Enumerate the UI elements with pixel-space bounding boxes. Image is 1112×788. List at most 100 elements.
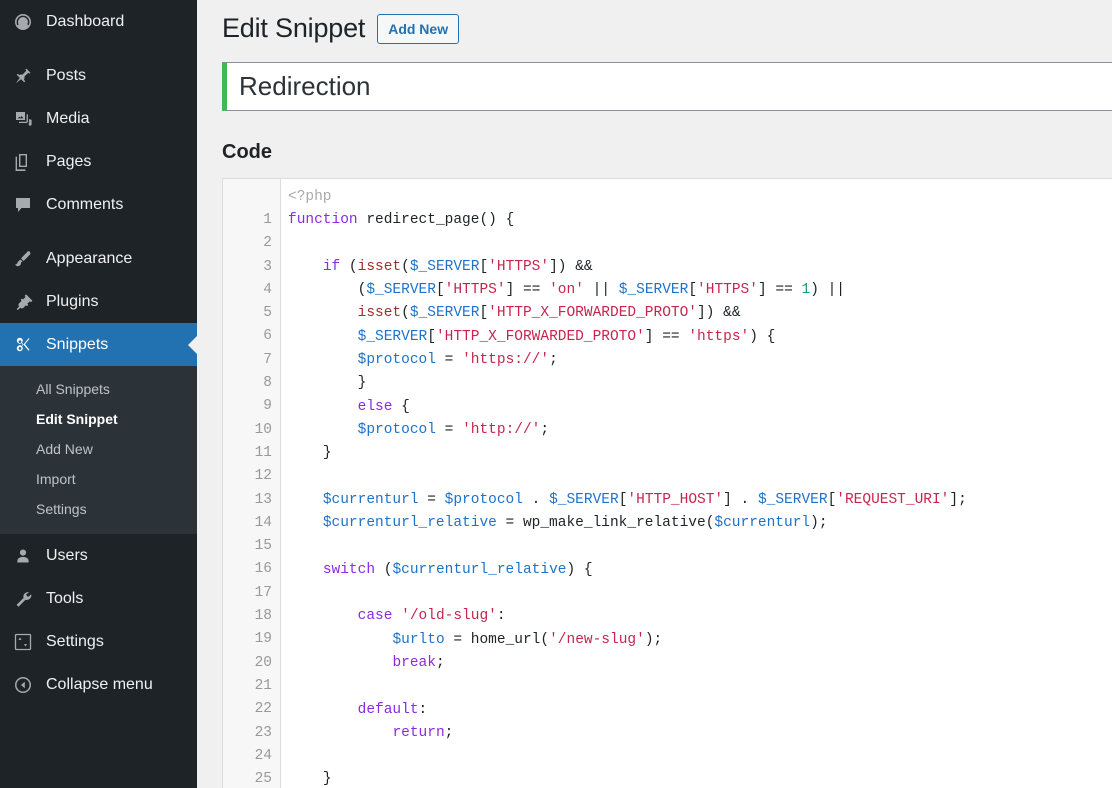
code-editor[interactable]: 1 2 3 4 5 6 7 8 9 10 11 12 13 14 15 16 17 18 19 20 21 22 23 24 2… bbox=[222, 178, 1112, 788]
sidebar-item-label: Tools bbox=[46, 589, 84, 607]
snippets-submenu: All Snippets Edit Snippet Add New Import… bbox=[0, 366, 197, 534]
page-header: Edit Snippet Add New bbox=[222, 0, 1112, 52]
line-number: 2 bbox=[263, 235, 272, 252]
sidebar-item-users[interactable]: Users bbox=[0, 534, 197, 577]
sidebar-item-snippets[interactable]: Snippets bbox=[0, 323, 197, 366]
line-number: 14 bbox=[254, 514, 272, 531]
submenu-item-settings[interactable]: Settings bbox=[0, 494, 197, 524]
sliders-icon bbox=[8, 632, 38, 652]
code-line: $currenturl_relative = wp_make_link_rela… bbox=[322, 515, 828, 532]
collapse-arrow-icon bbox=[8, 675, 38, 695]
code-line: case '/old-slug': bbox=[357, 608, 506, 625]
sidebar-separator bbox=[0, 43, 197, 54]
sidebar-separator bbox=[0, 226, 197, 237]
media-icon bbox=[8, 109, 38, 129]
snippet-title-field-wrapper bbox=[222, 62, 1112, 111]
line-number-gutter: 1 2 3 4 5 6 7 8 9 10 11 12 13 14 15 16 17 18 19 20 21 22 23 24 2… bbox=[223, 179, 281, 788]
active-menu-arrow-icon bbox=[188, 334, 197, 355]
code-line: } bbox=[322, 771, 332, 788]
submenu-item-all-snippets[interactable]: All Snippets bbox=[0, 374, 197, 404]
line-number: 9 bbox=[263, 398, 272, 415]
code-line: $_SERVER['HTTP_X_FORWARDED_PROTO'] == 'h… bbox=[357, 328, 776, 345]
code-line: function redirect_page() { bbox=[288, 212, 515, 229]
line-number: 6 bbox=[263, 328, 272, 345]
sidebar-item-label: Users bbox=[46, 546, 88, 564]
code-content-area[interactable]: <?php function redirect_page() { if (isse… bbox=[282, 179, 1112, 788]
main-content: Edit Snippet Add New Code 12 3 4 5 6 7 8 9 10 11 1… bbox=[197, 0, 1112, 788]
sidebar-item-label: Collapse menu bbox=[46, 675, 153, 693]
code-line: $urlto = home_url('/new-slug'); bbox=[392, 631, 663, 648]
line-number: 25 bbox=[254, 771, 272, 788]
line-number: 5 bbox=[263, 305, 272, 322]
sidebar-item-label: Settings bbox=[46, 632, 104, 650]
pin-icon bbox=[8, 66, 38, 86]
sidebar-item-pages[interactable]: Pages bbox=[0, 140, 197, 183]
line-number: 16 bbox=[254, 561, 272, 578]
sidebar-item-label: Snippets bbox=[46, 335, 109, 353]
sidebar-item-label: Media bbox=[46, 109, 90, 127]
line-number: 15 bbox=[254, 538, 272, 555]
sidebar-item-appearance[interactable]: Appearance bbox=[0, 237, 197, 280]
sidebar-item-comments[interactable]: Comments bbox=[0, 183, 197, 226]
line-number: 10 bbox=[254, 421, 272, 438]
sidebar-item-label: Appearance bbox=[46, 249, 133, 267]
dashboard-icon bbox=[8, 12, 38, 32]
line-number: 18 bbox=[254, 608, 272, 625]
line-number: 13 bbox=[254, 491, 272, 508]
plug-icon bbox=[8, 292, 38, 312]
brush-icon bbox=[8, 249, 38, 269]
sidebar-item-dashboard[interactable]: Dashboard bbox=[0, 0, 197, 43]
line-number: 12 bbox=[254, 468, 272, 485]
sidebar-item-plugins[interactable]: Plugins bbox=[0, 280, 197, 323]
code-line: break; bbox=[392, 654, 445, 671]
line-number: 21 bbox=[254, 677, 272, 694]
code-line: return; bbox=[392, 724, 454, 741]
snippet-title-input[interactable] bbox=[222, 62, 1112, 111]
sidebar-item-label: Plugins bbox=[46, 292, 99, 310]
line-number: 24 bbox=[254, 747, 272, 764]
submenu-item-add-new[interactable]: Add New bbox=[0, 434, 197, 464]
sidebar-item-settings[interactable]: Settings bbox=[0, 620, 197, 663]
sidebar-item-posts[interactable]: Posts bbox=[0, 54, 197, 97]
code-line: if (isset($_SERVER['HTTPS']) && bbox=[322, 258, 593, 275]
line-number: 22 bbox=[254, 701, 272, 718]
add-new-button[interactable]: Add New bbox=[377, 14, 460, 44]
user-icon bbox=[8, 546, 38, 566]
code-line: } bbox=[322, 445, 332, 462]
line-number: 7 bbox=[263, 351, 272, 368]
wrench-icon bbox=[8, 589, 38, 609]
code-line: } bbox=[357, 375, 367, 392]
submenu-item-edit-snippet[interactable]: Edit Snippet bbox=[0, 404, 197, 434]
line-number: 8 bbox=[263, 375, 272, 392]
code-line: $protocol = 'https://'; bbox=[357, 352, 558, 369]
line-number: 19 bbox=[254, 631, 272, 648]
sidebar-item-label: Dashboard bbox=[46, 12, 125, 30]
line-number: 4 bbox=[263, 281, 272, 298]
php-open-tag-line: <?php bbox=[288, 189, 332, 205]
sidebar-item-media[interactable]: Media bbox=[0, 97, 197, 140]
wordpress-admin-screen: Dashboard Posts Media Pages Comments App… bbox=[0, 0, 1112, 788]
line-number: 17 bbox=[254, 584, 272, 601]
admin-sidebar: Dashboard Posts Media Pages Comments App… bbox=[0, 0, 197, 788]
code-section-label: Code bbox=[222, 141, 272, 163]
sidebar-item-label: Pages bbox=[46, 152, 92, 170]
code-line: default: bbox=[357, 701, 428, 718]
line-number: 11 bbox=[254, 444, 272, 461]
line-number: 20 bbox=[254, 654, 272, 671]
code-line: switch ($currenturl_relative) { bbox=[322, 561, 593, 578]
sidebar-item-collapse-menu[interactable]: Collapse menu bbox=[0, 663, 197, 706]
line-number: 3 bbox=[263, 258, 272, 275]
submenu-item-import[interactable]: Import bbox=[0, 464, 197, 494]
sidebar-item-label: Posts bbox=[46, 66, 87, 84]
comments-icon bbox=[8, 195, 38, 215]
page-title: Edit Snippet bbox=[222, 13, 366, 44]
code-line: $protocol = 'http://'; bbox=[357, 421, 550, 438]
scissors-icon bbox=[8, 335, 38, 355]
line-number: 23 bbox=[254, 724, 272, 741]
sidebar-item-tools[interactable]: Tools bbox=[0, 577, 197, 620]
